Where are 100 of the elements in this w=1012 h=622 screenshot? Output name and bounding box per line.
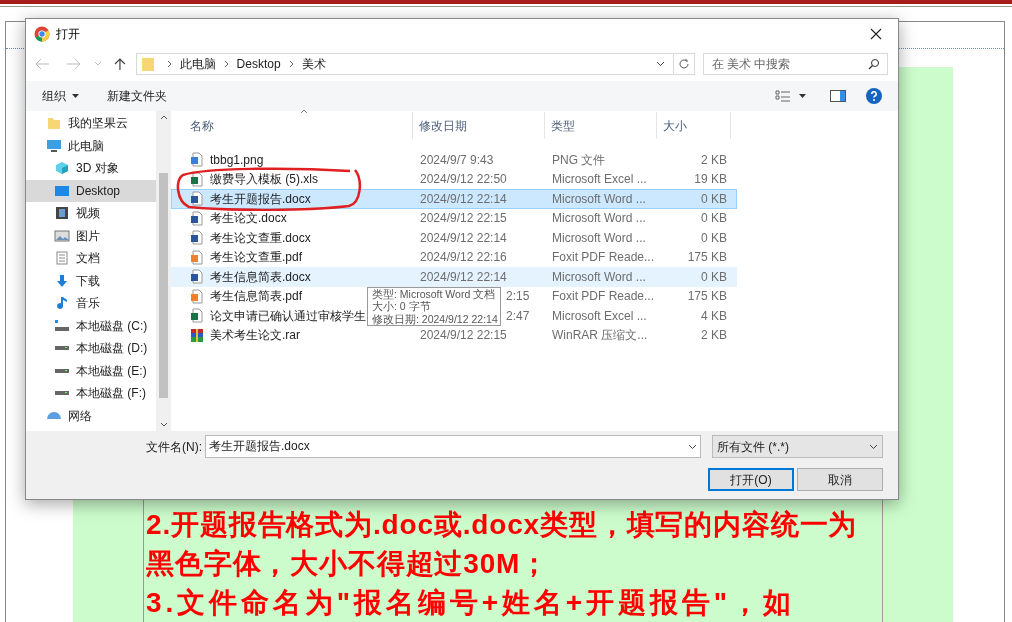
file-name[interactable]: 美术考生论文.rar xyxy=(210,326,300,345)
modified-date: 2:15 xyxy=(506,288,530,306)
file-type: Foxit PDF Reade... xyxy=(551,249,656,267)
file-type: Microsoft Excel ... xyxy=(551,307,648,325)
dialog-button[interactable]: 打开(O) xyxy=(708,468,794,491)
sidebar-item[interactable]: 3D 对象 xyxy=(26,157,156,180)
breadcrumb-item[interactable]: 此电脑 xyxy=(179,54,216,73)
file-name[interactable]: 论文申请已确认通过审核学生 xyxy=(210,306,366,325)
download-arrow-icon xyxy=(55,273,69,288)
file-name[interactable]: 考生开题报告.docx xyxy=(210,189,311,208)
help-icon[interactable] xyxy=(866,88,882,104)
sidebar-item[interactable]: 下载 xyxy=(26,269,156,292)
search-field[interactable]: 在 美术 中搜索 xyxy=(702,52,888,75)
column-header[interactable]: 修改日期 xyxy=(413,112,545,139)
sidebar-item[interactable]: 我的坚果云 xyxy=(26,112,156,135)
tooltip-line: 类型: Microsoft Word 文档 xyxy=(372,288,496,301)
modified-date: 2024/9/12 22:15 xyxy=(420,210,507,228)
sidebar-item[interactable]: Desktop xyxy=(26,179,156,202)
chevron-down-icon[interactable] xyxy=(655,60,665,67)
sidebar-item[interactable]: 此电脑 xyxy=(26,134,156,157)
chevron-down-icon xyxy=(869,443,878,450)
file-size: 0 KB xyxy=(700,229,728,247)
sidebar-item[interactable]: 本地磁盘 (E:) xyxy=(26,359,156,382)
modified-date: 2024/9/12 22:50 xyxy=(420,171,507,189)
file-name[interactable]: 考生论文.docx xyxy=(210,209,287,228)
file-type: Microsoft Word ... xyxy=(551,210,647,228)
new-folder-button[interactable]: 新建文件夹 xyxy=(107,87,167,105)
file-size: 0 KB xyxy=(700,190,728,208)
chevron-up-icon xyxy=(159,115,168,120)
column-header[interactable]: 类型 xyxy=(545,112,657,139)
view-options-icon[interactable] xyxy=(775,90,791,102)
scrollbar[interactable] xyxy=(156,111,171,431)
sidebar-item[interactable]: 本地磁盘 (D:) xyxy=(26,337,156,360)
file-row[interactable]: 考生信息简表.docx 2024/9/12 22:14 Microsoft Word ... 0 KB xyxy=(171,267,737,287)
search-icon xyxy=(868,57,880,70)
network-icon xyxy=(47,412,61,420)
folder-icon xyxy=(47,116,61,131)
monitor-icon xyxy=(54,183,70,198)
modified-date: 2024/9/12 22:14 xyxy=(420,268,507,286)
file-type: Microsoft Word ... xyxy=(551,229,647,247)
sidebar-item[interactable]: 本地磁盘 (C:) xyxy=(26,314,156,337)
modified-date: 2024/9/12 22:14 xyxy=(420,229,507,247)
column-header[interactable]: 大小 xyxy=(657,112,731,139)
file-type: PNG 文件 xyxy=(551,151,607,169)
chevron-right-icon xyxy=(288,59,294,68)
drive-icon xyxy=(55,346,69,351)
column-header[interactable]: 名称 xyxy=(171,112,413,139)
word-file-icon xyxy=(190,191,204,207)
modified-date: 2024/9/12 22:14 xyxy=(420,190,507,208)
address-bar[interactable]: 此电脑 Desktop 美术 xyxy=(135,52,695,75)
breadcrumb-item[interactable]: Desktop xyxy=(236,54,281,73)
film-icon xyxy=(55,206,69,221)
music-note-icon xyxy=(55,296,69,311)
instruction-text: 2.开题报告格式为.doc或.docx类型，填写的内容统一为黑色字体，大小不得超过30M； xyxy=(146,508,859,581)
picture-icon xyxy=(54,228,70,243)
sidebar-item[interactable]: 本地磁盘 (F:) xyxy=(26,382,156,405)
sidebar-item[interactable]: 音乐 xyxy=(26,292,156,315)
chevron-down-icon xyxy=(159,422,168,427)
refresh-icon[interactable] xyxy=(677,57,690,70)
file-type-dropdown[interactable]: 所有文件 (*.*) xyxy=(712,435,883,458)
file-size: 19 KB xyxy=(693,171,728,189)
file-name[interactable]: 考生信息简表.docx xyxy=(210,267,311,286)
chevron-right-icon xyxy=(166,59,172,68)
instruction-text: 3.文件命名为"报名编号+姓名+开题报告"，如 xyxy=(146,586,796,620)
sidebar-item[interactable]: 网络 xyxy=(26,404,156,427)
up-arrow-icon[interactable] xyxy=(113,56,126,71)
file-size: 0 KB xyxy=(700,210,728,228)
word-file-icon xyxy=(190,210,204,226)
chevron-right-icon xyxy=(223,59,229,68)
file-size: 0 KB xyxy=(700,268,728,286)
file-type: Microsoft Excel ... xyxy=(551,171,648,189)
organize-menu-button[interactable]: 组织 xyxy=(42,87,79,105)
modified-date: 2:47 xyxy=(506,307,530,325)
filename-field[interactable]: 考生开题报告.docx xyxy=(205,435,701,458)
dialog-button[interactable]: 取消 xyxy=(797,468,883,491)
sidebar-item[interactable]: 视频 xyxy=(26,202,156,225)
tooltip-line: 大小: 0 字节 xyxy=(372,300,432,313)
caret-icon xyxy=(72,94,79,98)
file-name[interactable]: 缴费导入模板 (5).xls xyxy=(210,170,318,189)
sidebar-item[interactable]: 图片 xyxy=(26,224,156,247)
breadcrumb-item[interactable]: 美术 xyxy=(301,54,326,73)
cube-icon xyxy=(55,161,69,176)
file-size: 175 KB xyxy=(686,288,728,306)
file-type: WinRAR 压缩文... xyxy=(551,327,649,345)
file-type: Foxit PDF Reade... xyxy=(551,288,656,306)
pdf-file-icon xyxy=(190,288,204,304)
preview-pane-icon[interactable] xyxy=(830,90,846,102)
browser-logo-icon xyxy=(34,25,50,42)
file-name[interactable]: 考生论文查重.pdf xyxy=(210,248,302,267)
file-name[interactable]: 考生论文查重.docx xyxy=(210,228,311,247)
file-row[interactable]: 考生开题报告.docx 2024/9/12 22:14 Microsoft Word ... 0 KB xyxy=(171,189,737,209)
file-name[interactable]: tbbg1.png xyxy=(210,150,264,169)
sidebar-item[interactable]: 文档 xyxy=(26,247,156,270)
drive-icon xyxy=(55,320,69,332)
file-size: 2 KB xyxy=(700,151,728,169)
archive-file-icon xyxy=(190,327,204,343)
drive-icon xyxy=(55,391,69,396)
file-type: Microsoft Word ... xyxy=(551,190,647,208)
caret-icon[interactable] xyxy=(799,94,806,98)
file-name[interactable]: 考生信息简表.pdf xyxy=(210,287,302,306)
